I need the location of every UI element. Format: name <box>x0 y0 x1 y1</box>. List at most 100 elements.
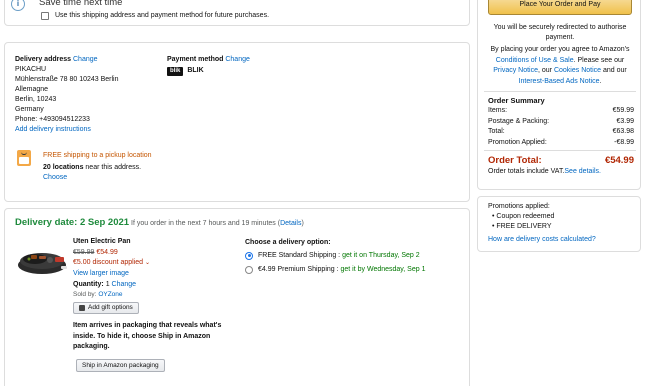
vat-note: Order totals include VAT. <box>488 168 565 175</box>
gift-icon <box>79 304 85 311</box>
quantity-label: Quantity: <box>73 280 104 288</box>
agree-pre: By placing your order you agree to Amazo… <box>490 46 630 53</box>
payment-method-section: Payment method Change blik BLIK <box>167 55 250 76</box>
place-order-label: Place Your Order and Pay <box>519 1 601 8</box>
bullet-icon: • <box>492 213 495 220</box>
locations-suffix: near this address. <box>83 163 142 171</box>
quantity-value: 1 <box>105 280 110 288</box>
summary-row-value: €3.99 <box>616 117 634 125</box>
standard-shipping-radio[interactable] <box>245 251 253 260</box>
delivery-options: Choose a delivery option: FREE Standard … <box>245 237 465 275</box>
summary-row-value: -€8.99 <box>614 138 634 146</box>
change-payment-link[interactable]: Change <box>225 56 250 63</box>
summary-row-label: Postage & Packing: <box>488 117 550 125</box>
delivery-note-post: ) <box>301 220 304 227</box>
summary-row: Postage & Packing: €3.99 <box>488 117 634 128</box>
product-price: €54.99 <box>96 248 118 256</box>
pickup-offer-text: FREE shipping to a pickup location <box>43 152 152 159</box>
old-price: €59.99 <box>73 248 95 256</box>
address-line: Allemagne <box>15 86 49 93</box>
summary-row-label: Promotion Applied: <box>488 138 547 146</box>
order-summary: Order Summary Items: €59.99 Postage & Pac… <box>488 95 634 148</box>
order-summary-box: Place Your Order and Pay You will be sec… <box>477 0 641 190</box>
privacy-link[interactable]: Privacy Notice <box>493 67 538 74</box>
bullet-icon: • <box>492 223 495 230</box>
save-time-title: Save time next time <box>39 0 123 8</box>
order-total-label: Order Total: <box>488 155 542 166</box>
summary-row: Items: €59.99 <box>488 106 634 117</box>
summary-row-value: €59.99 <box>612 107 634 114</box>
delivery-date-row: Delivery date: 2 Sep 2021 If you order i… <box>15 217 304 228</box>
blik-logo: blik <box>167 66 184 76</box>
promotions-heading: Promotions applied: <box>488 203 550 210</box>
summary-row-label: Total: <box>488 128 505 135</box>
ads-notice-link[interactable]: Interest-Based Ads Notice <box>519 78 600 85</box>
divider <box>484 150 636 151</box>
legal-agreement: By placing your order you agree to Amazo… <box>486 45 634 87</box>
comma-our: , our <box>538 67 554 74</box>
delivery-options-heading: Choose a delivery option: <box>245 239 331 246</box>
seller-link[interactable]: OYZone <box>98 291 122 298</box>
save-address-label: Use this shipping address and payment me… <box>55 12 270 19</box>
and-our: and our <box>601 67 627 74</box>
premium-shipping-eta: get it by Wednesday, Sep 1 <box>340 266 426 273</box>
delivery-box: Delivery date: 2 Sep 2021 If you order i… <box>4 208 470 386</box>
add-delivery-instructions-link[interactable]: Add delivery instructions <box>15 125 165 135</box>
summary-row-value: €63.98 <box>612 128 634 135</box>
see-details-link[interactable]: See details. <box>564 168 601 175</box>
product-image[interactable] <box>15 239 69 279</box>
change-quantity-link[interactable]: Change <box>112 281 137 288</box>
order-total-value: €54.99 <box>604 155 634 166</box>
divider <box>484 91 636 92</box>
save-address-checkbox[interactable] <box>41 12 49 20</box>
order-total: Order Total: €54.99 Order totals include… <box>488 154 634 177</box>
order-summary-heading: Order Summary <box>488 96 545 105</box>
premium-shipping-label: €4.99 Premium Shipping <box>258 266 335 273</box>
delivery-address-heading: Delivery address <box>15 56 72 63</box>
standard-shipping-eta: get it on Thursday, Sep 2 <box>342 252 420 259</box>
shipping-option-premium[interactable]: €4.99 Premium Shipping : get it by Wedne… <box>245 264 465 275</box>
payment-method-name: BLIK <box>187 67 204 74</box>
address-line: Germany <box>15 106 44 113</box>
conditions-link[interactable]: Conditions of Use & Sale <box>496 57 574 64</box>
pickup-section: FREE shipping to a pickup location 20 lo… <box>43 151 173 183</box>
agree-mid: . Please see our <box>573 56 625 64</box>
redirect-note: You will be securely redirected to autho… <box>493 24 627 41</box>
payment-method-heading: Payment method <box>167 56 224 63</box>
delivery-note-pre: If you order in the next 7 hours and 19 … <box>131 220 281 227</box>
promotion-item: Coupon redeemed <box>496 213 555 220</box>
delivery-note: If you order in the next 7 hours and 19 … <box>131 220 304 227</box>
info-icon: i <box>11 0 25 11</box>
address-line: Phone: +493094512233 <box>15 116 90 123</box>
add-gift-options-label: Add gift options <box>88 303 133 311</box>
amazon-locker-icon <box>17 150 31 166</box>
address-line: Mühlenstraße 78 80 10243 Berlin <box>15 76 119 83</box>
summary-row: Total: €63.98 <box>488 127 634 138</box>
shipping-option-standard[interactable]: FREE Standard Shipping : get it on Thurs… <box>245 250 465 261</box>
change-address-link[interactable]: Change <box>73 56 98 63</box>
product-name[interactable]: Uten Electric Pan <box>73 237 238 248</box>
delivery-date-heading: Delivery date: 2 Sep 2021 <box>15 217 130 228</box>
product-details: Uten Electric Pan €59.99 €54.99 €5.00 di… <box>73 237 238 314</box>
packaging-text-c: . <box>107 343 110 350</box>
choose-pickup-link[interactable]: Choose <box>43 173 173 183</box>
delivery-costs-link[interactable]: How are delivery costs calculated? <box>488 235 634 245</box>
summary-row-label: Items: <box>488 107 508 114</box>
address-line: Berlin, 10243 <box>15 96 57 103</box>
sold-by-label: Sold by: <box>73 290 97 298</box>
address-line: PIKACHU <box>15 66 47 73</box>
packaging-note: Item arrives in packaging that reveals w… <box>73 321 243 353</box>
delivery-details-link[interactable]: Details <box>280 220 301 227</box>
standard-shipping-label: FREE Standard Shipping <box>258 252 337 259</box>
add-gift-options-button[interactable]: Add gift options <box>73 301 139 314</box>
cookies-link[interactable]: Cookies Notice <box>554 67 601 74</box>
place-order-button[interactable]: Place Your Order and Pay <box>488 0 632 15</box>
summary-row: Promotion Applied: -€8.99 <box>488 138 634 149</box>
promotions-box: Promotions applied: • Coupon redeemed • … <box>477 196 641 252</box>
save-preferences-box: i Save time next time Use this shipping … <box>4 0 470 26</box>
chevron-down-icon[interactable]: ⌄ <box>145 260 150 266</box>
delivery-address-section: Delivery address Change PIKACHU Mühlenst… <box>15 55 165 135</box>
view-larger-image-link[interactable]: View larger image <box>73 268 238 279</box>
premium-shipping-radio[interactable] <box>245 265 253 274</box>
ship-in-amazon-packaging-button[interactable]: Ship in Amazon packaging <box>76 359 165 372</box>
